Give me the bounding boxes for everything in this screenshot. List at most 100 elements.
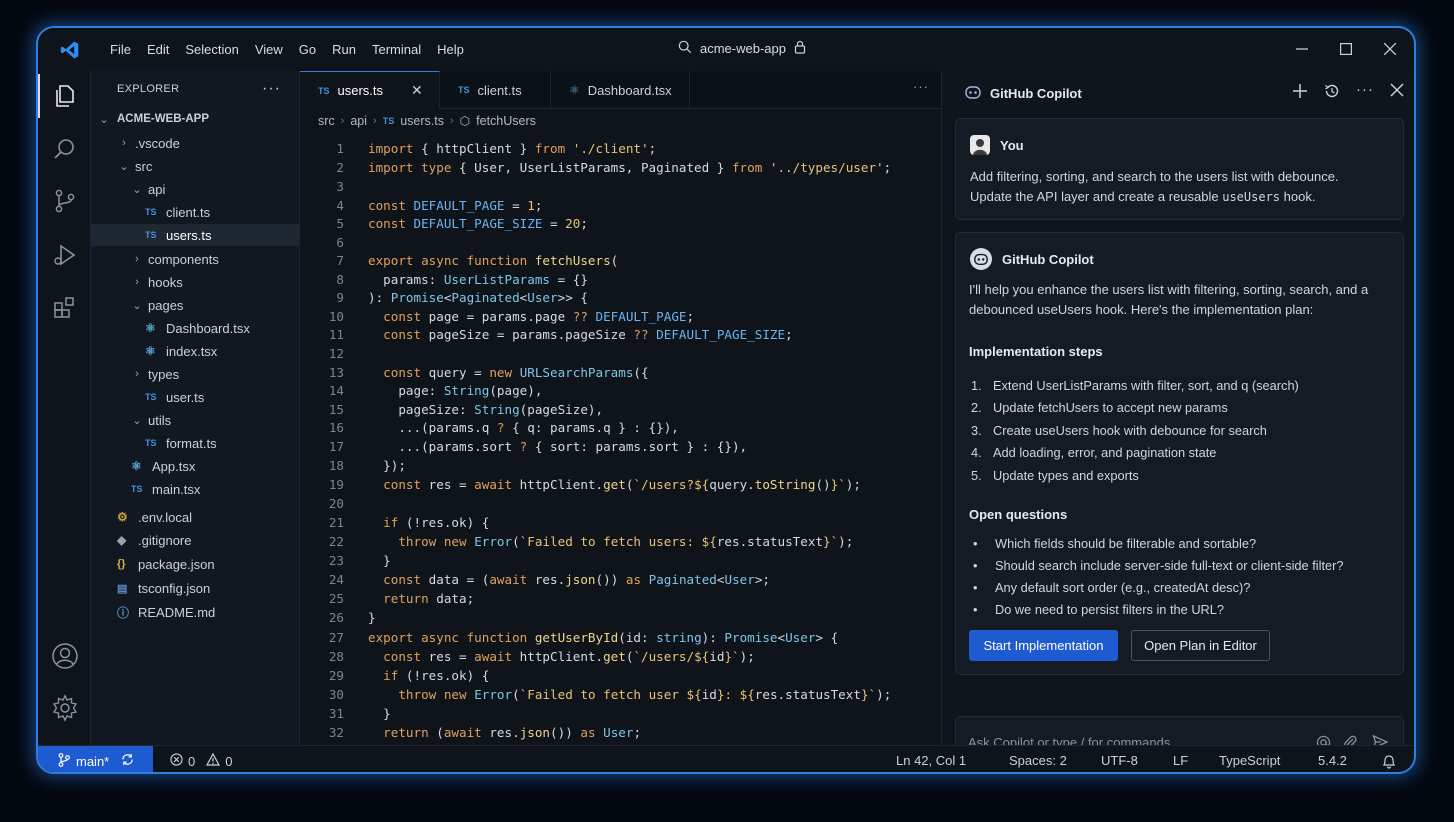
tab-client-ts[interactable]: TS client.ts bbox=[440, 71, 551, 109]
tree-item-app-tsx[interactable]: ⚛ App.tsx bbox=[91, 455, 299, 477]
tree-item-api[interactable]: ⌄ api bbox=[91, 178, 299, 200]
search-icon bbox=[678, 40, 692, 57]
breadcrumb-item[interactable]: src bbox=[318, 114, 335, 128]
tree-item-index-tsx[interactable]: ⚛ index.tsx bbox=[91, 340, 299, 362]
menu-terminal[interactable]: Terminal bbox=[364, 42, 429, 57]
tree-item-src[interactable]: ⌄ src bbox=[91, 155, 299, 177]
explorer-header: EXPLORER ··· bbox=[91, 71, 299, 107]
close-tab-icon[interactable]: ✕ bbox=[411, 82, 423, 99]
tree-item-client-ts[interactable]: TS client.ts bbox=[91, 201, 299, 223]
close-window-icon[interactable] bbox=[1380, 36, 1400, 62]
tree-item-users-ts[interactable]: TS users.ts bbox=[91, 224, 299, 246]
line-number: 12 bbox=[328, 346, 344, 361]
step-text: Update types and exports bbox=[993, 468, 1139, 483]
language-mode[interactable]: TypeScript bbox=[1219, 753, 1280, 768]
maximize-icon[interactable] bbox=[1336, 36, 1356, 62]
code-line: const page = params.page ?? DEFAULT_PAGE… bbox=[383, 309, 695, 324]
tree-item-label: user.ts bbox=[166, 389, 205, 405]
user-message-header: You bbox=[970, 135, 1024, 155]
command-center-label: acme-web-app bbox=[700, 41, 786, 56]
minimize-icon[interactable] bbox=[1292, 36, 1312, 62]
tree-root[interactable]: ⌄ ACME-WEB-APP bbox=[91, 108, 299, 130]
more-actions-icon[interactable]: ··· bbox=[262, 80, 281, 98]
breadcrumb-item[interactable]: api bbox=[350, 114, 367, 128]
tree-item-label: utils bbox=[148, 412, 172, 428]
code-line: ...(params.q ? { q: params.q } : {}), bbox=[368, 420, 679, 435]
tree-item-pages[interactable]: ⌄ pages bbox=[91, 294, 299, 316]
cursor-position[interactable]: Ln 42, Col 1 bbox=[896, 753, 966, 768]
tab-users-ts[interactable]: TS users.ts ✕ bbox=[300, 71, 440, 109]
code-line: const data = (await res.json()) as Pagin… bbox=[383, 572, 770, 587]
menu-bar: File Edit Selection View Go Run Terminal… bbox=[102, 42, 472, 57]
tree-item-utils[interactable]: ⌄ utils bbox=[91, 409, 299, 431]
tree-item-types[interactable]: › types bbox=[91, 363, 299, 385]
tree-item-gitignore[interactable]: ◆ .gitignore bbox=[91, 529, 299, 551]
ts-version[interactable]: 5.4.2 bbox=[1318, 753, 1347, 768]
chevron-right-icon: › bbox=[122, 137, 126, 149]
tree-item-label: src bbox=[135, 158, 153, 174]
line-number: 2 bbox=[336, 160, 344, 175]
tab-label: Dashboard.tsx bbox=[587, 82, 672, 98]
close-panel-icon[interactable] bbox=[1390, 83, 1404, 102]
tree-item-label: Dashboard.tsx bbox=[166, 320, 250, 336]
tab-label: users.ts bbox=[337, 83, 384, 98]
new-chat-icon[interactable] bbox=[1292, 83, 1308, 102]
line-number: 10 bbox=[328, 309, 344, 324]
account-icon[interactable] bbox=[38, 634, 91, 678]
line-endings[interactable]: LF bbox=[1173, 753, 1188, 768]
menu-view[interactable]: View bbox=[247, 42, 291, 57]
code-editor[interactable]: 1 2 3 4 5 6 7 8 9 10 11 12 13 14 15 16 1… bbox=[300, 133, 941, 745]
tab-dashboard-tsx[interactable]: ⚛ Dashboard.tsx bbox=[551, 71, 690, 109]
search-activity-icon[interactable] bbox=[38, 127, 91, 171]
copilot-icon bbox=[964, 83, 982, 104]
tree-item-dashboard-tsx[interactable]: ⚛ Dashboard.tsx bbox=[91, 317, 299, 339]
menu-selection[interactable]: Selection bbox=[177, 42, 246, 57]
code-line: export async function getUserById(id: st… bbox=[368, 630, 839, 645]
menu-help[interactable]: Help bbox=[429, 42, 472, 57]
bell-icon[interactable] bbox=[1382, 754, 1396, 772]
indentation[interactable]: Spaces: 2 bbox=[1009, 753, 1067, 768]
tree-item-package-json[interactable]: {} package.json bbox=[91, 553, 299, 575]
code-line: params: UserListParams = {} bbox=[368, 272, 588, 287]
sync-icon[interactable] bbox=[121, 753, 134, 769]
source-control-icon[interactable] bbox=[38, 179, 91, 223]
run-debug-icon[interactable] bbox=[38, 233, 91, 277]
breadcrumb-item[interactable]: users.ts bbox=[400, 114, 444, 128]
extensions-icon[interactable] bbox=[38, 285, 91, 329]
tree-item-format-ts[interactable]: TS format.ts bbox=[91, 432, 299, 454]
more-actions-icon[interactable]: ··· bbox=[1356, 82, 1374, 102]
tree-item-readme[interactable]: ⓘ README.md bbox=[91, 601, 299, 623]
code-line: return data; bbox=[383, 591, 475, 606]
code-line: if (!res.ok) { bbox=[383, 668, 490, 683]
settings-gear-icon[interactable] bbox=[38, 686, 91, 730]
menu-go[interactable]: Go bbox=[291, 42, 324, 57]
menu-file[interactable]: File bbox=[102, 42, 139, 57]
line-number: 31 bbox=[328, 706, 344, 721]
tree-item-env-local[interactable]: ⚙ .env.local bbox=[91, 506, 299, 528]
typescript-file-icon: TS bbox=[131, 484, 143, 494]
start-implementation-button[interactable]: Start Implementation bbox=[969, 630, 1118, 661]
chevron-down-icon: ⌄ bbox=[119, 160, 129, 173]
window-controls bbox=[1292, 36, 1400, 62]
open-plan-button[interactable]: Open Plan in Editor bbox=[1131, 630, 1270, 661]
problems-indicator[interactable]: 0 0 bbox=[170, 752, 232, 769]
explorer-files-icon[interactable] bbox=[38, 74, 91, 118]
tree-item-hooks[interactable]: › hooks bbox=[91, 271, 299, 293]
tree-item-vscode[interactable]: › .vscode bbox=[91, 132, 299, 154]
history-icon[interactable] bbox=[1324, 83, 1340, 102]
more-actions-icon[interactable]: ··· bbox=[913, 79, 929, 94]
tree-item-tsconfig-json[interactable]: ▤ tsconfig.json bbox=[91, 577, 299, 599]
menu-run[interactable]: Run bbox=[324, 42, 364, 57]
command-center[interactable]: acme-web-app bbox=[678, 40, 806, 57]
breadcrumb-item[interactable]: fetchUsers bbox=[476, 114, 536, 128]
tree-item-label: api bbox=[148, 181, 166, 197]
tree-item-main-tsx[interactable]: TS main.tsx bbox=[91, 478, 299, 500]
encoding[interactable]: UTF-8 bbox=[1101, 753, 1138, 768]
branch-indicator[interactable]: main* bbox=[38, 745, 153, 772]
menu-edit[interactable]: Edit bbox=[139, 42, 177, 57]
code-line: export async function fetchUsers( bbox=[368, 253, 619, 268]
tree-item-user-ts[interactable]: TS user.ts bbox=[91, 386, 299, 408]
line-number: 30 bbox=[328, 687, 344, 702]
react-file-icon: ⚛ bbox=[145, 344, 156, 358]
tree-item-components[interactable]: › components bbox=[91, 248, 299, 270]
